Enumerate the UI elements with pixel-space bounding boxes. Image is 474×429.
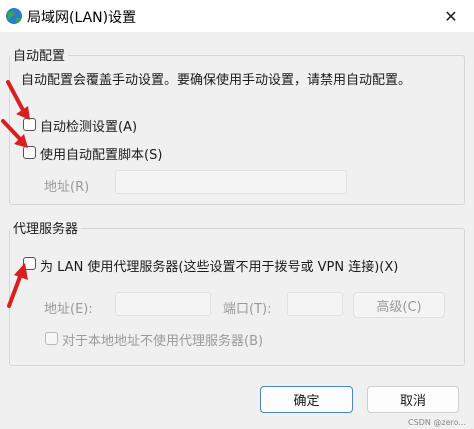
ok-button[interactable]: 确定	[260, 386, 353, 413]
cancel-button[interactable]: 取消	[367, 386, 459, 413]
close-icon: ✕	[444, 6, 458, 26]
auto-config-description: 自动配置会覆盖手动设置。要确保使用手动设置，请禁用自动配置。	[21, 73, 412, 88]
auto-detect-label[interactable]: 自动检测设置(A)	[40, 116, 137, 135]
script-address-label: 地址(R)	[44, 180, 90, 195]
globe-network-icon	[6, 8, 22, 24]
annotation-arrow-use-script	[1, 119, 28, 148]
advanced-button[interactable]: 高级(C)	[353, 292, 445, 318]
annotation-arrow-use-proxy	[7, 263, 28, 308]
use-proxy-label[interactable]: 为 LAN 使用代理服务器(这些设置不用于拨号或 VPN 连接)(X)	[40, 256, 398, 275]
script-address-input[interactable]	[115, 170, 347, 194]
auto-config-group-title: 自动配置	[10, 45, 69, 64]
use-script-label[interactable]: 使用自动配置脚本(S)	[40, 144, 162, 163]
bypass-local-checkbox[interactable]	[45, 332, 58, 345]
watermark: CSDN @zero...	[408, 418, 466, 427]
window-title: 局域网(LAN)设置	[27, 10, 137, 26]
proxy-port-input[interactable]	[287, 292, 343, 316]
proxy-group-title: 代理服务器	[10, 218, 82, 237]
bypass-local-label[interactable]: 对于本地地址不使用代理服务器(B)	[62, 330, 263, 349]
close-button[interactable]: ✕	[428, 0, 474, 32]
proxy-port-label: 端口(T):	[223, 302, 272, 317]
proxy-address-label: 地址(E):	[44, 302, 93, 317]
proxy-address-input[interactable]	[115, 292, 211, 316]
title-bar: 局域网(LAN)设置 ✕	[0, 0, 474, 32]
